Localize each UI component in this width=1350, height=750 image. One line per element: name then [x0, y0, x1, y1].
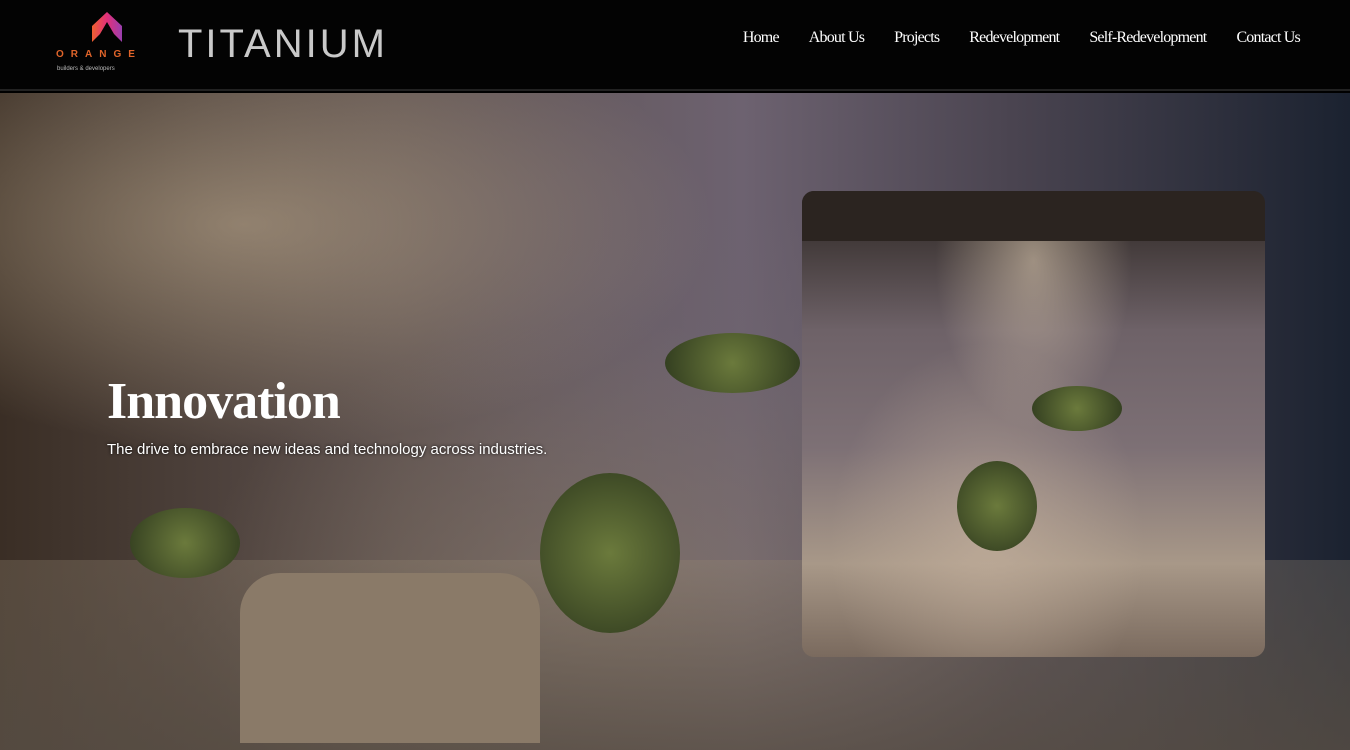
hero-plant: [130, 508, 240, 578]
nav-projects[interactable]: Projects: [894, 29, 940, 47]
nav-redevelopment[interactable]: Redevelopment: [969, 29, 1060, 47]
hero-title: Innovation: [107, 373, 341, 430]
orange-wordmark: ORANGE: [56, 49, 142, 60]
site-header: ORANGE builders & developers TITANIUM Ho…: [0, 0, 1350, 91]
orange-logo[interactable]: ORANGE builders & developers: [56, 12, 156, 74]
inset-plant: [957, 461, 1037, 551]
hero-plant: [665, 333, 800, 393]
nav-self-redevelopment[interactable]: Self-Redevelopment: [1089, 29, 1207, 47]
inset-ceiling: [802, 191, 1265, 241]
main-nav: Home About Us Projects Redevelopment Sel…: [743, 29, 1301, 47]
hero-plant: [540, 473, 680, 633]
hero-sofa: [240, 573, 540, 743]
roof-icon: [92, 12, 122, 42]
nav-contact-us[interactable]: Contact Us: [1236, 29, 1300, 47]
hero-subtitle: The drive to embrace new ideas and techn…: [107, 441, 548, 458]
orange-tagline: builders & developers: [57, 66, 115, 72]
hero-inset-image: [802, 191, 1265, 657]
nav-home[interactable]: Home: [743, 29, 780, 47]
titanium-logo[interactable]: TITANIUM: [178, 22, 388, 67]
nav-about-us[interactable]: About Us: [809, 29, 865, 47]
inset-plant: [1032, 386, 1122, 431]
